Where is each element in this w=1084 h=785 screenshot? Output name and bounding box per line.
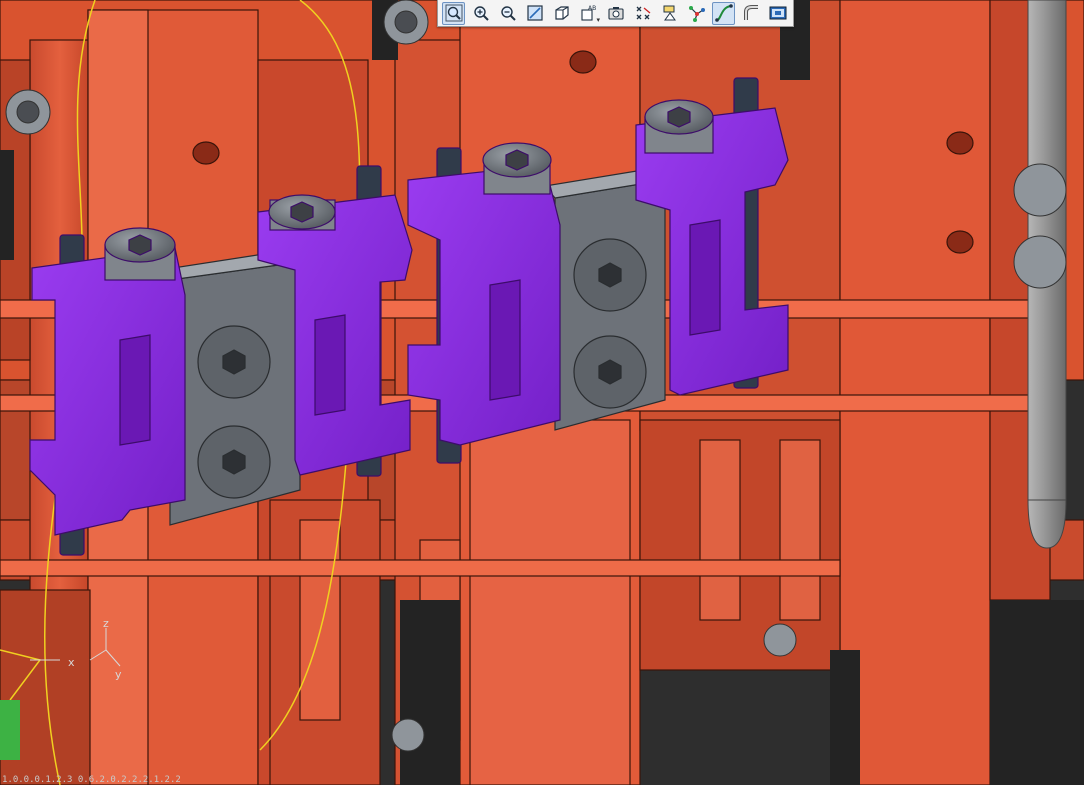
named-views-icon: AB bbox=[580, 5, 596, 21]
3d-viewport[interactable]: z x y bbox=[0, 0, 1084, 785]
zoom-fit-icon bbox=[526, 5, 543, 21]
dropdown-arrow-icon: ▾ bbox=[596, 15, 600, 24]
axis-y-label: y bbox=[115, 668, 122, 681]
snap-points-icon bbox=[636, 6, 650, 20]
named-views-button[interactable]: AB ▾ bbox=[577, 2, 600, 25]
named-views-label: AB bbox=[588, 5, 596, 12]
axis-x-label: x bbox=[68, 656, 75, 669]
pipe-button[interactable] bbox=[739, 2, 762, 25]
status-coordinates: 1.0.0.0.1.2.3 0.6.2.0.2.2.2.1.2.2 bbox=[2, 775, 181, 785]
zoom-in-icon bbox=[473, 6, 489, 21]
axis-z-label: z bbox=[103, 617, 109, 630]
snap-points-button[interactable] bbox=[631, 2, 654, 25]
zoom-box-icon bbox=[445, 4, 462, 22]
curve-icon bbox=[714, 4, 733, 22]
view-cube-button[interactable] bbox=[550, 2, 573, 25]
zoom-in-button[interactable] bbox=[469, 2, 492, 25]
zoom-fit-button[interactable] bbox=[523, 2, 546, 25]
section-icon bbox=[663, 5, 676, 21]
zoom-box-button[interactable] bbox=[442, 1, 465, 25]
guide-block-right bbox=[543, 167, 667, 431]
node-path-icon bbox=[688, 6, 705, 22]
snapshot-button[interactable] bbox=[604, 2, 627, 25]
zoom-out-icon bbox=[500, 6, 516, 21]
view-cube-icon bbox=[554, 6, 569, 20]
section-button[interactable] bbox=[658, 2, 681, 25]
camera-icon bbox=[607, 7, 624, 20]
node-path-button[interactable] bbox=[685, 2, 708, 25]
model-window-button[interactable] bbox=[766, 2, 789, 25]
pipe-icon bbox=[743, 5, 758, 20]
view-toolbar: AB ▾ bbox=[437, 0, 794, 27]
curve-button[interactable] bbox=[712, 1, 735, 25]
green-part bbox=[0, 700, 20, 760]
zoom-out-button[interactable] bbox=[496, 2, 519, 25]
model-window-icon bbox=[769, 6, 786, 20]
